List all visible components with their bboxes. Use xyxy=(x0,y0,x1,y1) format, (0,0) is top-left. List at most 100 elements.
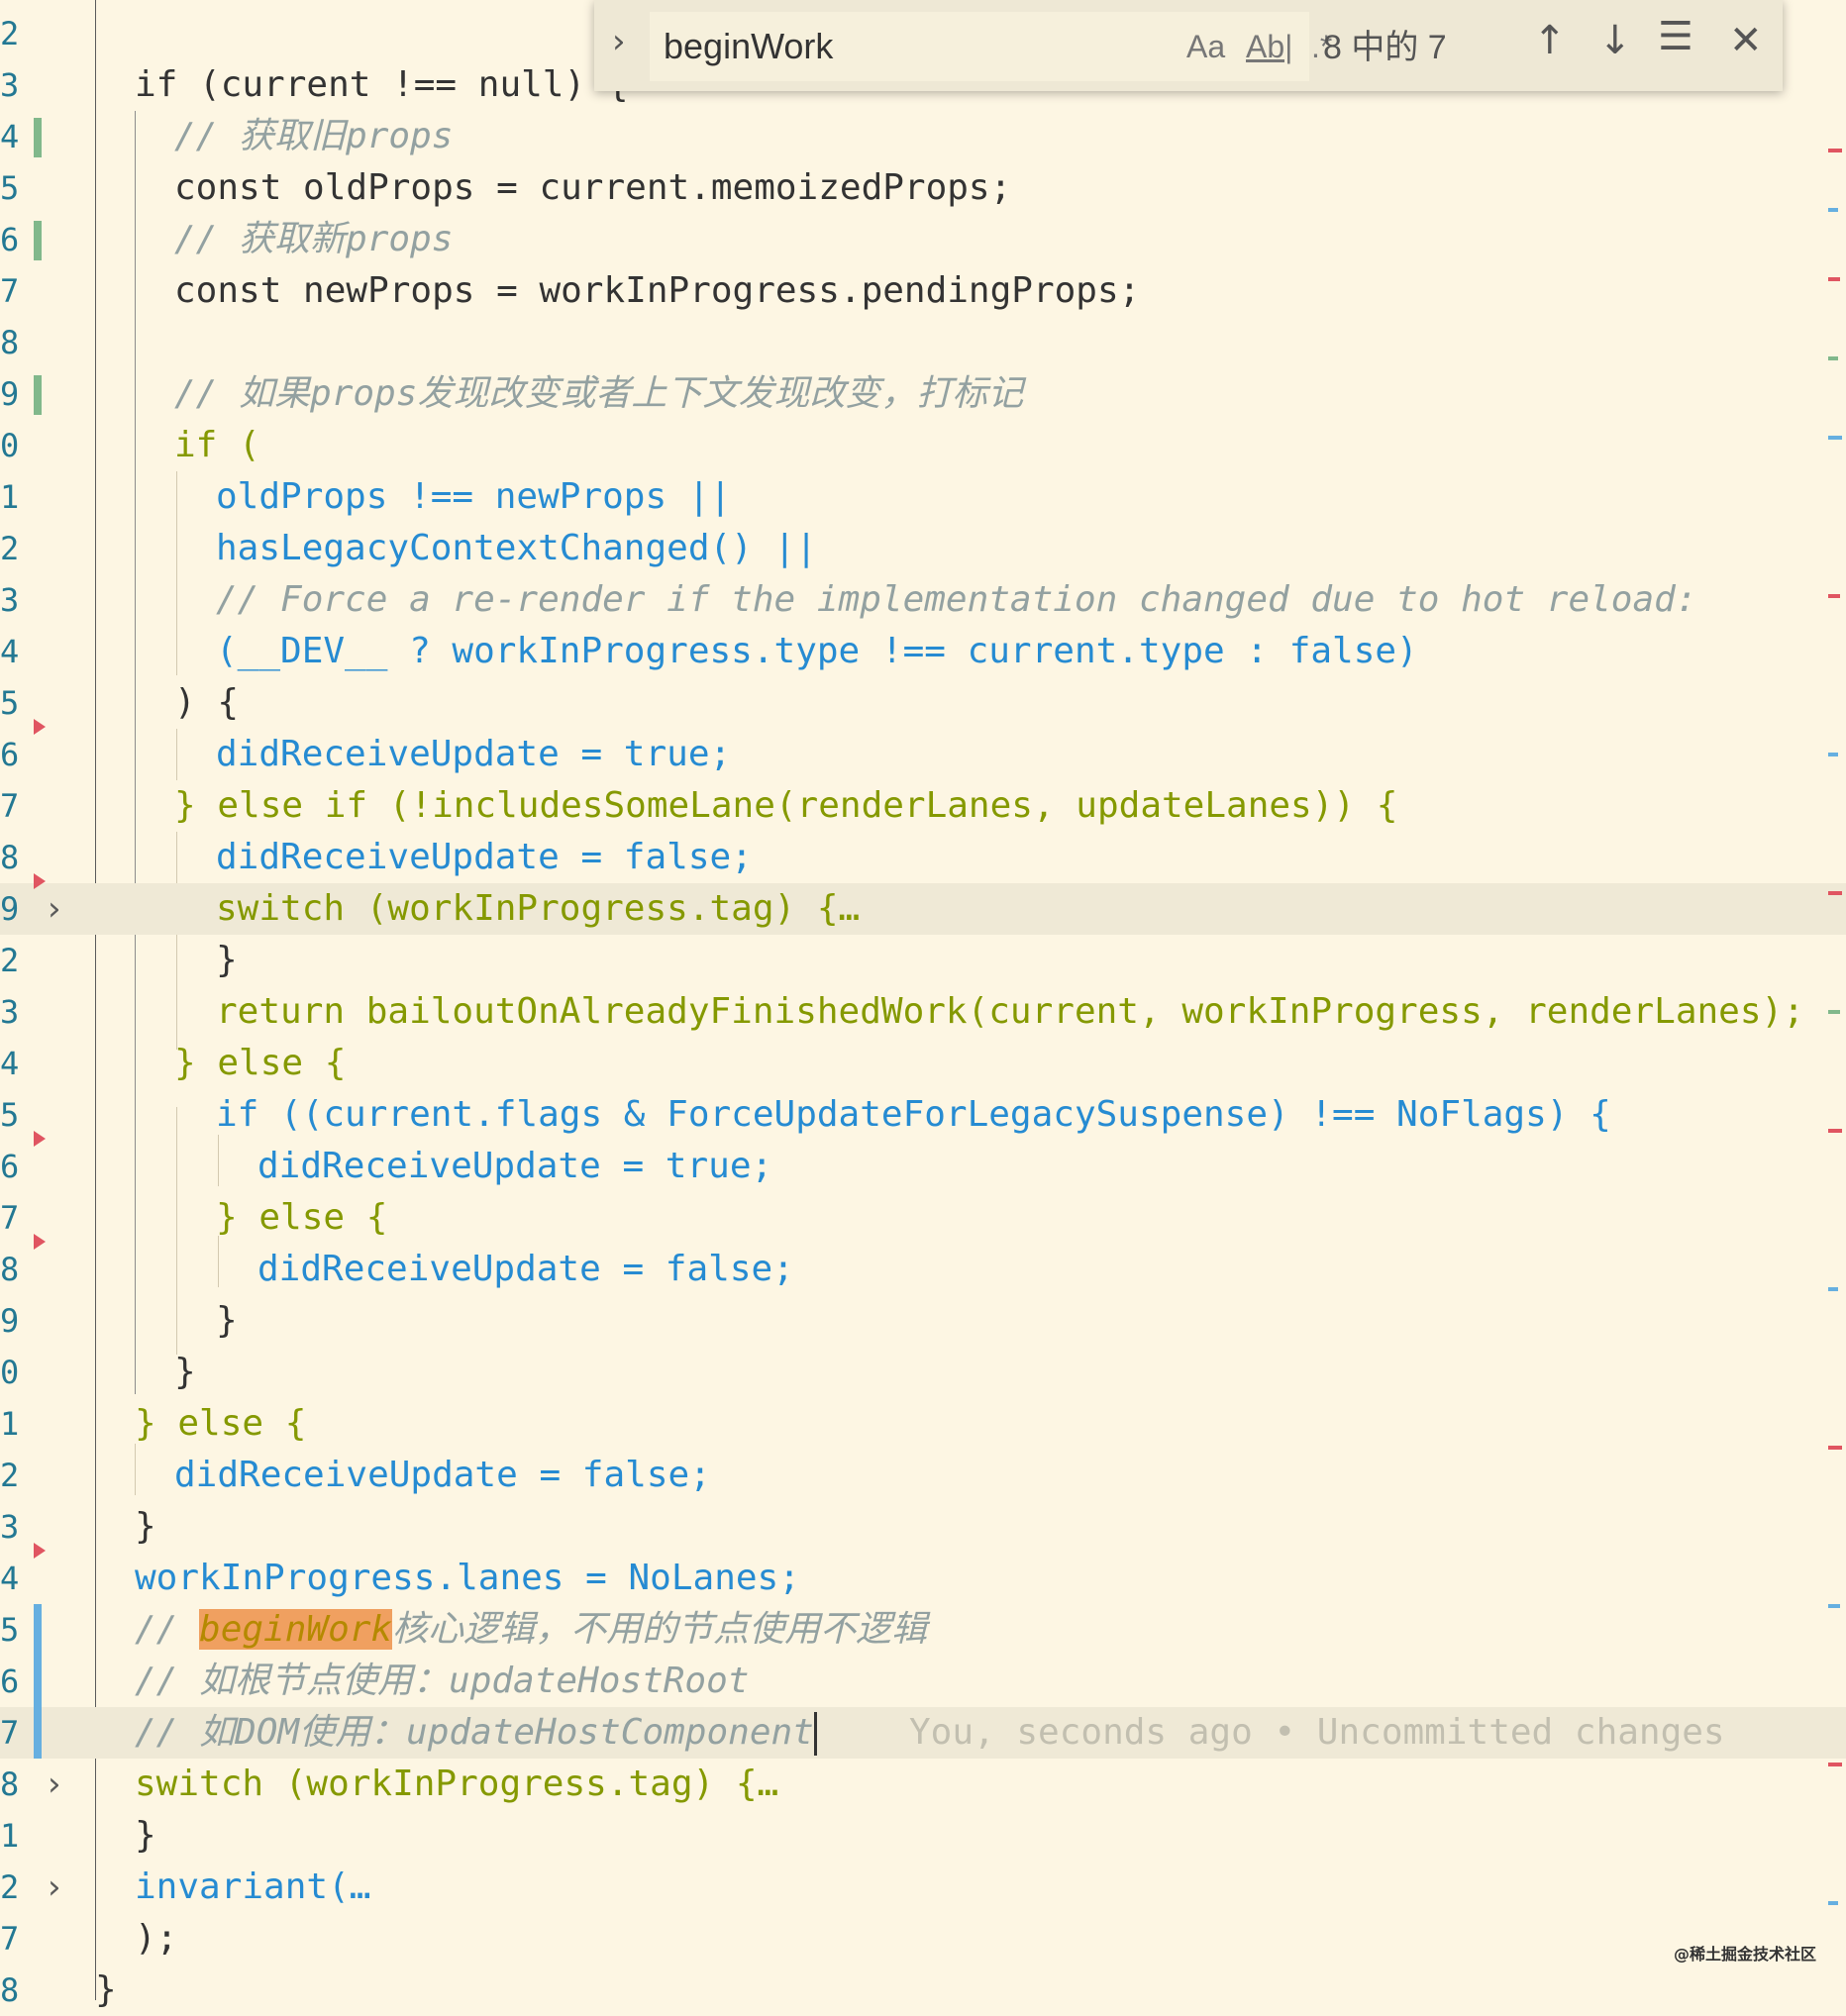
line-number: 7 xyxy=(0,787,20,825)
line-number: 4 xyxy=(0,118,20,155)
code-text: } else { xyxy=(216,1197,388,1238)
line-number: 8 xyxy=(0,1765,20,1803)
previous-match-arrow-up-icon[interactable]: ↑ xyxy=(1533,18,1567,63)
code-text: const oldProps = current.memoizedProps; xyxy=(174,167,1012,208)
code-line[interactable]: 4 // 获取旧props xyxy=(0,111,1846,162)
code-line[interactable]: 4 workInProgress.lanes = NoLanes; xyxy=(0,1543,1846,1604)
code-line[interactable]: 5 ) { xyxy=(0,677,1846,729)
code-line[interactable]: 5 const oldProps = current.memoizedProps… xyxy=(0,162,1846,214)
line-number: 8 xyxy=(0,324,20,361)
code-text: didReceiveUpdate = false; xyxy=(174,1455,711,1495)
line-number: 2 xyxy=(0,1868,20,1906)
code-text: if (current !== null) { xyxy=(135,64,629,105)
code-text: ); xyxy=(135,1918,178,1959)
line-number: 1 xyxy=(0,1405,20,1443)
code-line[interactable]: 4 } else { xyxy=(0,1038,1846,1089)
code-line[interactable]: 9 // 如果props发现改变或者上下文发现改变，打标记 xyxy=(0,368,1846,420)
line-number: 2 xyxy=(0,1457,20,1494)
code-line[interactable]: 8 xyxy=(0,317,1846,368)
minimap-marker xyxy=(1828,594,1840,598)
minimap[interactable] xyxy=(1828,119,1846,2000)
code-line[interactable]: 9 } xyxy=(0,1295,1846,1347)
code-text: const newProps = workInProgress.pendingP… xyxy=(174,270,1141,311)
code-line[interactable]: 7 const newProps = workInProgress.pendin… xyxy=(0,265,1846,317)
code-text: (__DEV__ ? workInProgress.type !== curre… xyxy=(216,631,1418,671)
code-line[interactable]: 2 } xyxy=(0,935,1846,986)
code-line[interactable]: 0 if ( xyxy=(0,420,1846,471)
code-line[interactable]: 6 // 如根节点使用：updateHostRoot xyxy=(0,1656,1846,1707)
find-in-selection-icon[interactable]: ☰ xyxy=(1658,14,1693,59)
line-number: 5 xyxy=(0,1611,20,1649)
code-text: if ( xyxy=(174,425,260,465)
match-case-toggle[interactable]: Aa xyxy=(1186,12,1225,81)
line-number: 8 xyxy=(0,839,20,876)
code-line[interactable]: 1 } else { xyxy=(0,1398,1846,1450)
line-number: 1 xyxy=(0,1817,20,1855)
line-number: 9 xyxy=(0,890,20,928)
code-text: didReceiveUpdate = true; xyxy=(257,1146,773,1186)
code-line[interactable]: 1 oldProps !== newProps || xyxy=(0,471,1846,523)
line-number: 2 xyxy=(0,530,20,567)
code-line[interactable]: 8 } xyxy=(0,1965,1846,2016)
code-text: if ((current.flags & ForceUpdateForLegac… xyxy=(216,1094,1611,1135)
deleted-line-marker xyxy=(34,1131,46,1147)
code-line[interactable]: 7 } else if (!includesSomeLane(renderLan… xyxy=(0,780,1846,832)
comment-rest: 核心逻辑，不用的节点使用不逻辑 xyxy=(392,1609,928,1650)
code-line[interactable]: 9 › switch (workInProgress.tag) {… xyxy=(0,873,1846,935)
code-line[interactable]: 2 hasLegacyContextChanged() || xyxy=(0,523,1846,574)
code-line[interactable]: 7 ); xyxy=(0,1913,1846,1965)
comment: // beginWork核心逻辑，不用的节点使用不逻辑 xyxy=(135,1604,927,1656)
code-text: } else { xyxy=(174,1043,347,1083)
code-text: hasLegacyContextChanged() || xyxy=(216,528,817,568)
code-text: switch (workInProgress.tag) {… xyxy=(216,888,861,929)
fold-chevron-right-icon[interactable]: › xyxy=(48,883,61,935)
code-text: didReceiveUpdate = false; xyxy=(257,1249,794,1289)
code-line[interactable]: 7 } else { xyxy=(0,1192,1846,1244)
fold-chevron-right-icon[interactable]: › xyxy=(48,1862,61,1913)
code-editor[interactable]: 2 3 if (current !== null) { 4 // 获取旧prop… xyxy=(0,0,1846,2010)
watermark: @稀土掘金技术社区 xyxy=(1674,1945,1817,1964)
code-line[interactable]: 5 if ((current.flags & ForceUpdateForLeg… xyxy=(0,1089,1846,1141)
line-number: 7 xyxy=(0,272,20,310)
toggle-replace-chevron-right-icon[interactable]: › xyxy=(612,22,626,61)
code-line[interactable]: 4 (__DEV__ ? workInProgress.type !== cur… xyxy=(0,626,1846,677)
line-number: 3 xyxy=(0,66,20,104)
code-line[interactable]: 8 didReceiveUpdate = false; xyxy=(0,832,1846,883)
code-line[interactable]: 3 // Force a re-render if the implementa… xyxy=(0,574,1846,626)
code-line[interactable]: 8 didReceiveUpdate = false; xyxy=(0,1234,1846,1295)
code-line[interactable]: 3 return bailoutOnAlreadyFinishedWork(cu… xyxy=(0,986,1846,1038)
code-line[interactable]: 6 didReceiveUpdate = true; xyxy=(0,1131,1846,1192)
code-text: oldProps !== newProps || xyxy=(216,476,732,517)
code-line[interactable]: 2 › invariant(… xyxy=(0,1862,1846,1913)
fold-chevron-right-icon[interactable]: › xyxy=(48,1759,61,1810)
line-number: 2 xyxy=(0,15,20,52)
code-text: } xyxy=(95,1969,117,2010)
line-number: 1 xyxy=(0,478,20,516)
code-line[interactable]: 2 didReceiveUpdate = false; xyxy=(0,1450,1846,1501)
code-text: workInProgress.lanes = NoLanes; xyxy=(135,1558,800,1598)
code-line[interactable]: 5 // beginWork核心逻辑，不用的节点使用不逻辑 xyxy=(0,1604,1846,1656)
search-match-highlight: beginWork xyxy=(199,1609,393,1650)
code-line[interactable]: 3 } xyxy=(0,1501,1846,1553)
deleted-line-marker xyxy=(34,873,46,889)
code-text: ) { xyxy=(174,682,240,723)
minimap-marker xyxy=(1828,356,1838,360)
next-match-arrow-down-icon[interactable]: ↓ xyxy=(1598,18,1632,63)
find-widget[interactable]: › beginWork Aa Ab| .* 8 中的 7 ↑ ↓ ☰ ✕ xyxy=(594,0,1783,91)
find-input[interactable]: beginWork Aa Ab| .* xyxy=(650,12,1332,81)
code-line[interactable]: 6 didReceiveUpdate = true; xyxy=(0,719,1846,780)
line-number: 4 xyxy=(0,1560,20,1597)
code-line-current[interactable]: 7 // 如DOM使用：updateHostComponent You, sec… xyxy=(0,1707,1846,1759)
line-number: 0 xyxy=(0,427,20,464)
line-number: 2 xyxy=(0,942,20,979)
close-icon[interactable]: ✕ xyxy=(1729,18,1763,63)
code-line[interactable]: 6 // 获取新props xyxy=(0,214,1846,265)
code-line[interactable]: 1 } xyxy=(0,1810,1846,1862)
deleted-line-marker xyxy=(34,719,46,735)
code-line[interactable]: 8 › switch (workInProgress.tag) {… xyxy=(0,1759,1846,1810)
code-text: } xyxy=(216,940,238,980)
code-text: didReceiveUpdate = false; xyxy=(216,837,753,877)
whole-word-toggle[interactable]: Ab| xyxy=(1246,12,1292,81)
code-line[interactable]: 0 } xyxy=(0,1347,1846,1398)
find-result-count: 8 中的 7 xyxy=(1323,29,1447,66)
